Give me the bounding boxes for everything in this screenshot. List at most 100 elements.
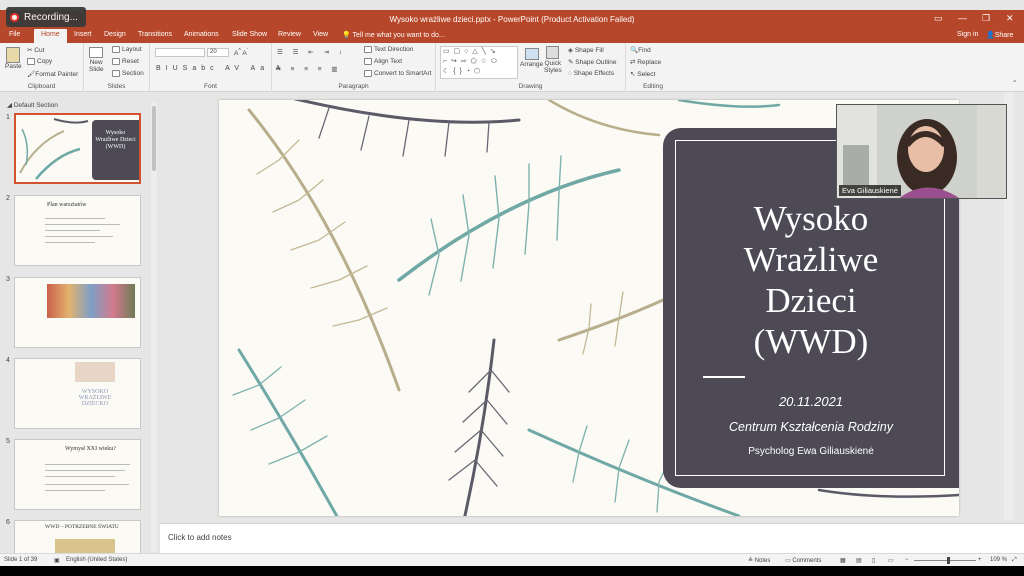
tell-me-search[interactable]: 💡 Tell me what you want to do... (342, 31, 445, 39)
layout-button[interactable]: Layout (112, 46, 142, 53)
slide-title[interactable]: Wysoko Wrażliwe Dzieci (WWD) (675, 198, 947, 362)
slide-organization[interactable]: Centrum Kształcenia Rodziny (663, 420, 959, 434)
thumb-title: Wymysł XXI wieku? (65, 446, 116, 452)
replace-button[interactable]: ⇄ Replace (630, 58, 661, 66)
tab-view[interactable]: View (313, 31, 328, 38)
sign-in-link[interactable]: Sign in (957, 31, 978, 38)
zoom-level[interactable]: 109 % (990, 557, 1007, 563)
zoom-slider-thumb[interactable] (947, 557, 950, 564)
tab-slide-show[interactable]: Slide Show (232, 31, 267, 38)
select-button[interactable]: ↖ Select (630, 70, 655, 78)
arrange-button[interactable]: Arrange (520, 48, 543, 68)
slide-thumbnail-4[interactable]: WYSOKO WRAŻLIWE DZIECKO (14, 358, 141, 429)
shape-effects-button[interactable]: ◌ Shape Effects (568, 70, 614, 77)
shape-fill-button[interactable]: ◈ Shape Fill (568, 46, 604, 54)
notes-toggle[interactable]: ≙ Notes (748, 557, 770, 564)
copy-button[interactable]: Copy (27, 58, 52, 65)
text-direction-button[interactable]: Text Direction (364, 46, 413, 53)
shapes-gallery[interactable]: ▭ ▢ ○ △ ╲ ↘ ⌐ ↪ ⇨ ⬠ ☆ ⬭ ☾ { } ◔ ⬡ (440, 46, 518, 79)
slide-number-3: 3 (6, 276, 10, 283)
slide-thumbnail-5[interactable]: Wymysł XXI wieku? (14, 439, 141, 510)
shape-outline-button[interactable]: ✎ Shape Outline (568, 58, 616, 66)
tab-home[interactable]: Home (34, 29, 67, 43)
slide-sorter-icon[interactable]: ▤ (856, 557, 862, 564)
quick-styles-button[interactable]: Quick Styles (544, 46, 562, 74)
slides-group-label: Slides (107, 83, 126, 90)
comments-toggle[interactable]: ▭ Comments (785, 557, 821, 564)
thumb-photo (55, 539, 115, 553)
reading-view-icon[interactable]: ▯ (872, 557, 875, 564)
slide-title-line-1: Wysoko (753, 199, 869, 238)
tab-transitions[interactable]: Transitions (138, 31, 172, 38)
quick-styles-label-2: Styles (544, 67, 562, 74)
close-icon[interactable]: ✕ (1006, 13, 1014, 24)
convert-smartart-button[interactable]: Convert to SmartArt (364, 70, 431, 77)
scrollbar-thumb[interactable] (152, 106, 156, 171)
ribbon-display-icon[interactable]: ▭ (934, 13, 943, 24)
section-header[interactable]: ◢ Default Section (7, 101, 58, 109)
paste-button[interactable]: Paste (5, 47, 22, 70)
zoom-out-icon[interactable]: − (905, 557, 909, 563)
section-button[interactable]: Section (112, 70, 144, 77)
list-buttons[interactable]: ☰ ☰ ⇤ ⇥ ↕ (277, 48, 346, 56)
copy-label: Copy (37, 58, 53, 66)
notes-toggle-label: Notes (754, 558, 771, 564)
slide-title-line-4: (WWD) (753, 322, 869, 361)
spellcheck-icon[interactable]: ▣ (54, 557, 60, 564)
document-title: Wysoko wrażliwe dzieci.pptx - PowerPoint… (389, 15, 635, 24)
thumb-photo (75, 362, 115, 382)
select-label: Select (637, 71, 656, 78)
fit-slide-icon[interactable]: ⤢ (1012, 557, 1017, 564)
tab-insert[interactable]: Insert (74, 31, 92, 38)
paint-bucket-icon: ◈ (568, 47, 573, 54)
new-slide-button[interactable]: New Slide (89, 47, 103, 73)
slide-author[interactable]: Psycholog Ewa Giliauskienė (663, 446, 959, 457)
slide-title-line-2: Wrażliwe (743, 240, 879, 279)
thumbnails-scrollbar[interactable] (151, 102, 157, 552)
slide-thumbnail-2[interactable]: Plan warsztatów (14, 195, 141, 266)
font-style-buttons[interactable]: BIUSabc AV Aa A (156, 65, 285, 72)
reset-button[interactable]: Reset (112, 58, 139, 65)
format-painter-button[interactable]: 🖌Format Painter (27, 70, 78, 78)
slideshow-icon[interactable]: ▭ (888, 557, 894, 564)
share-button[interactable]: 👤Share (986, 31, 1013, 39)
slide-date[interactable]: 20.11.2021 (663, 394, 959, 409)
language-indicator[interactable]: English (United States) (66, 557, 127, 563)
font-group-label: Font (203, 83, 217, 90)
align-buttons[interactable]: ≡ ≡ ≡ ≡ ▥ (277, 65, 342, 73)
title-divider (703, 376, 745, 378)
restore-icon[interactable]: ❐ (982, 13, 990, 24)
ribbon-tabs: File Home Insert Design Transitions Anim… (0, 29, 1024, 43)
person-icon: 👤 (986, 32, 995, 39)
editing-group-label: Editing (643, 83, 663, 90)
shape-fill-label: Shape Fill (574, 47, 604, 54)
collapse-ribbon-icon[interactable]: ⌃ (1012, 79, 1017, 87)
tab-file[interactable]: File (9, 31, 20, 38)
participant-name: Eva Giliauskienė (839, 185, 901, 196)
font-group: 20 A^ Aˇ BIUSabc AV Aa A Font (150, 43, 280, 92)
zoom-in-icon[interactable]: + (978, 557, 982, 563)
grow-font-icon[interactable]: A^ Aˇ (234, 48, 249, 57)
cut-label: Cut (34, 47, 45, 54)
slide-thumbnail-1[interactable]: Wysoko Wrażliwe Dzieci (WWD) (14, 113, 141, 184)
shape-effects-label: Shape Effects (573, 70, 615, 77)
reset-label: Reset (122, 58, 139, 66)
notes-pane[interactable]: Click to add notes (160, 523, 1024, 553)
zoom-slider[interactable] (914, 560, 976, 561)
quick-styles-icon (546, 46, 560, 59)
slide-thumbnail-6[interactable]: WWD – POTRZEBNE ŚWIATU (14, 520, 141, 554)
effects-icon: ◌ (568, 70, 572, 77)
align-text-label: Align Text (374, 58, 403, 66)
slide-thumbnail-3[interactable] (14, 277, 141, 348)
layout-label: Layout (122, 46, 142, 54)
font-name-box[interactable] (155, 48, 205, 57)
align-text-button[interactable]: Align Text (364, 58, 402, 65)
font-size-box[interactable]: 20 (207, 48, 229, 57)
minimize-icon[interactable]: — (958, 13, 967, 23)
tab-review[interactable]: Review (278, 31, 301, 38)
tab-animations[interactable]: Animations (184, 31, 219, 38)
cut-button[interactable]: ✂ Cut (27, 46, 44, 54)
find-button[interactable]: 🔍Find (630, 46, 651, 54)
tab-design[interactable]: Design (104, 31, 126, 38)
normal-view-icon[interactable]: ▦ (840, 557, 846, 564)
